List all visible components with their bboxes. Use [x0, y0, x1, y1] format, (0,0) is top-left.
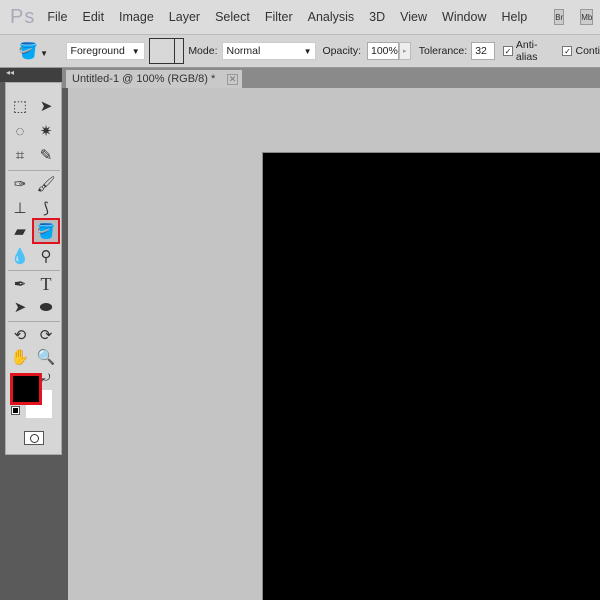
menu-layer[interactable]: Layer — [169, 10, 200, 24]
divider — [8, 321, 60, 322]
mode-select[interactable]: Normal ▼ — [221, 42, 317, 60]
document-tab-strip: Untitled-1 @ 100% (RGB/8) * ✕ — [62, 68, 600, 88]
path-selection-tool-icon[interactable]: ➤ — [8, 296, 32, 318]
menu-help[interactable]: Help — [501, 10, 527, 24]
chevron-down-icon: ▼ — [131, 46, 140, 56]
3d-rotate-tool-icon[interactable]: ⟲ — [8, 324, 32, 346]
clone-stamp-tool-icon[interactable]: ⊥ — [8, 197, 32, 219]
antialias-checkbox[interactable]: ✓ Anti-alias — [502, 39, 559, 63]
menu-select[interactable]: Select — [215, 10, 250, 24]
menu-view[interactable]: View — [400, 10, 427, 24]
dodge-tool-icon[interactable]: ⚲ — [34, 245, 58, 267]
divider — [8, 270, 60, 271]
eraser-tool-icon[interactable]: ▰ — [8, 220, 32, 242]
tolerance-label: Tolerance: — [418, 45, 468, 57]
lasso-tool-icon[interactable]: ◌ — [8, 120, 32, 142]
history-brush-tool-icon[interactable]: ⟆ — [34, 197, 58, 219]
options-bar: 🪣 ▼ Foreground ▼ Mode: Normal ▼ Opacity: 1… — [0, 34, 600, 68]
chevron-down-icon: ▼ — [303, 46, 312, 56]
ellipse-tool-icon[interactable]: ⬬ — [34, 296, 58, 318]
pattern-picker[interactable] — [148, 38, 185, 64]
menu-edit[interactable]: Edit — [83, 10, 105, 24]
tolerance-input[interactable]: 32 — [471, 42, 495, 60]
default-colors-icon[interactable] — [11, 406, 20, 415]
mini-bridge-button[interactable]: Mb — [580, 9, 594, 25]
document-tab[interactable]: Untitled-1 @ 100% (RGB/8) * ✕ — [66, 70, 242, 88]
brush-tool-icon[interactable]: 🖌 — [34, 173, 58, 195]
healing-brush-tool-icon[interactable]: ✑ — [8, 173, 32, 195]
menu-analysis[interactable]: Analysis — [308, 10, 355, 24]
menu-bar: Ps File Edit Image Layer Select Filter A… — [0, 0, 600, 34]
close-icon[interactable]: ✕ — [227, 73, 238, 85]
opacity-slider-button[interactable]: ▸ — [398, 42, 411, 60]
check-icon: ✓ — [562, 46, 573, 56]
circle-icon — [29, 433, 39, 443]
mode-label: Mode: — [188, 45, 218, 57]
fill-source-select[interactable]: Foreground ▼ — [65, 42, 145, 60]
opacity-label: Opacity: — [322, 45, 361, 57]
3d-orbit-tool-icon[interactable]: ⟳ — [34, 324, 58, 346]
marquee-tool-icon[interactable]: ⬚ — [8, 95, 32, 117]
hand-tool-icon[interactable]: ✋ — [8, 346, 32, 368]
divider — [8, 170, 60, 171]
quick-mask-button[interactable] — [24, 431, 44, 445]
foreground-color-swatch[interactable] — [10, 373, 42, 405]
menu-window[interactable]: Window — [442, 10, 486, 24]
menu-3d[interactable]: 3D — [369, 10, 385, 24]
type-tool-icon[interactable]: T — [34, 273, 58, 295]
menu-image[interactable]: Image — [119, 10, 154, 24]
opacity-input[interactable]: 100% — [367, 42, 399, 60]
magic-wand-tool-icon[interactable]: ✷ — [34, 120, 58, 142]
zoom-tool-icon[interactable]: 🔍 — [34, 346, 58, 368]
check-icon: ✓ — [502, 46, 513, 56]
toolbar: ⬚ ➤ ◌ ✷ ⌗ ✎ ✑ 🖌 ⊥ ⟆ ▰ 🪣 💧 ⚲ ✒ T ➤ ⬬ ⟲ ⟳ … — [5, 82, 62, 455]
menu-filter[interactable]: Filter — [265, 10, 293, 24]
bridge-button[interactable]: Br — [554, 9, 565, 25]
menu-file[interactable]: File — [47, 10, 67, 24]
photoshop-logo: Ps — [10, 5, 36, 28]
panel-collapse-button[interactable]: ◂◂ — [0, 68, 62, 82]
tool-preset-picker[interactable]: 🪣 ▼ — [18, 41, 56, 61]
document-canvas[interactable] — [262, 152, 600, 600]
crop-tool-icon[interactable]: ⌗ — [8, 144, 32, 166]
move-tool-icon[interactable]: ➤ — [34, 95, 58, 117]
pen-tool-icon[interactable]: ✒ — [8, 273, 32, 295]
contiguous-checkbox[interactable]: ✓ Conti — [562, 45, 600, 57]
eyedropper-tool-icon[interactable]: ✎ — [34, 144, 58, 166]
blur-tool-icon[interactable]: 💧 — [8, 245, 32, 267]
paint-bucket-tool-icon[interactable]: 🪣 — [32, 218, 60, 244]
swap-colors-icon[interactable]: ⤾ — [42, 373, 50, 384]
